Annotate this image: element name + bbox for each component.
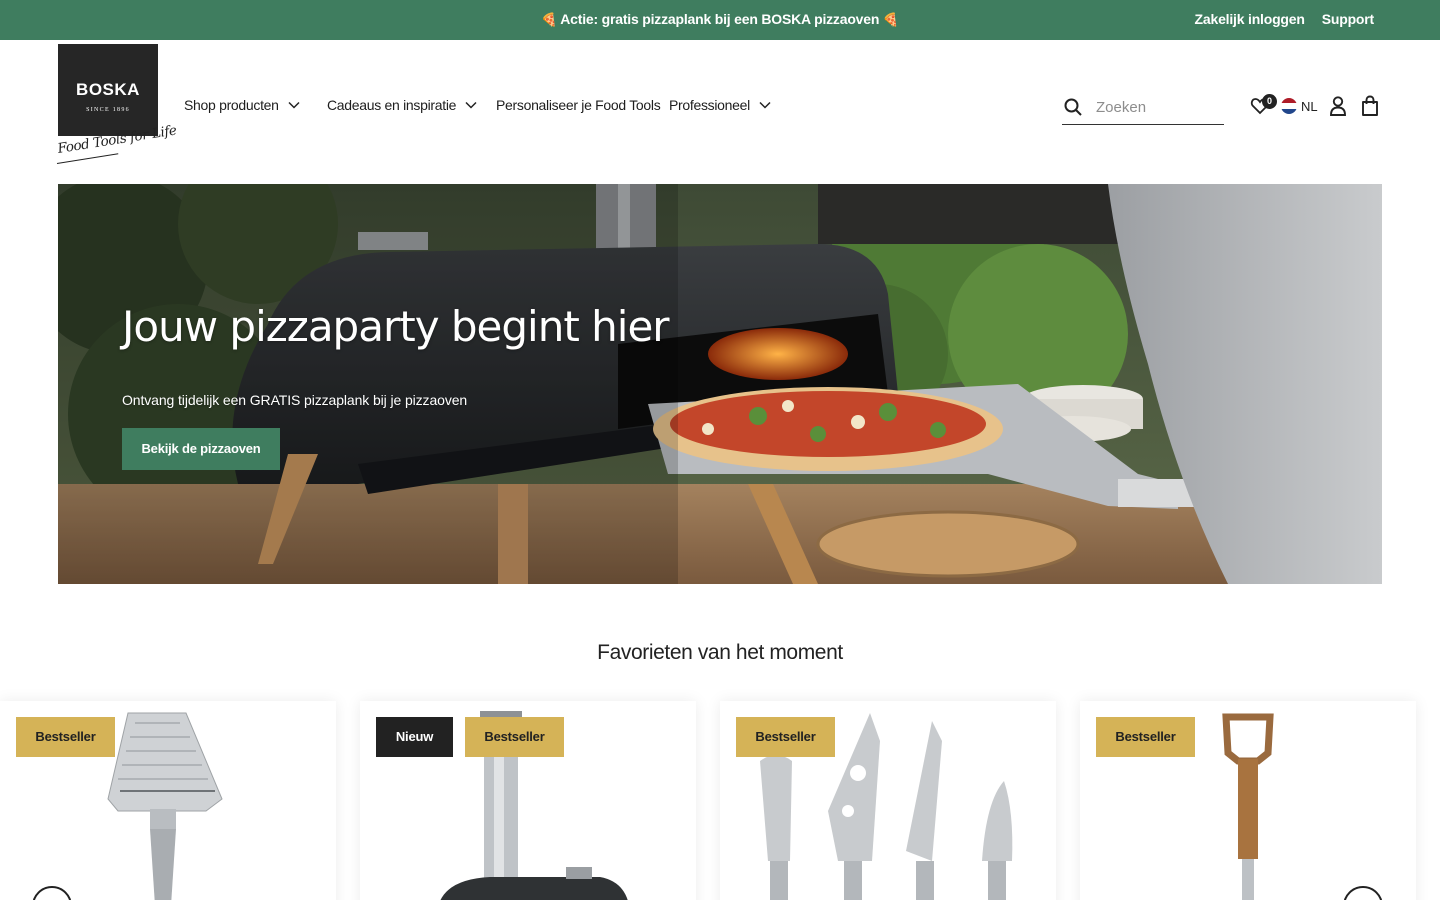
- pizza-emoji-icon: 🍕: [541, 12, 558, 27]
- bestseller-badge: Bestseller: [16, 717, 115, 757]
- product-card[interactable]: Bestseller: [720, 701, 1056, 900]
- support-link[interactable]: Support: [1322, 11, 1374, 27]
- shopping-bag-icon[interactable]: [1360, 95, 1380, 117]
- logo-brand: BOSKA: [76, 80, 140, 99]
- logo-since: SINCE 1896: [86, 107, 130, 113]
- netherlands-flag-icon[interactable]: [1281, 98, 1297, 114]
- nav-label: Personaliseer je Food Tools: [496, 97, 661, 113]
- promo-text: Actie: gratis pizzaplank bij een BOSKA p…: [560, 11, 880, 27]
- hero-title: Jouw pizzaparty begint hier: [122, 302, 670, 351]
- bestseller-badge: Bestseller: [1096, 717, 1195, 757]
- topbar-links: Zakelijk inloggen Support: [1195, 11, 1375, 27]
- bestseller-badge: Bestseller: [465, 717, 564, 757]
- chevron-down-icon: [288, 101, 300, 109]
- nav-professional[interactable]: Professioneel: [669, 97, 772, 113]
- product-carousel: Bestseller Nieuw Bestseller Bestseller B…: [0, 701, 1440, 900]
- view-pizza-oven-button[interactable]: Bekijk de pizzaoven: [122, 428, 280, 470]
- tagline: Food Tools for Life: [56, 122, 178, 167]
- nav-personalize[interactable]: Personaliseer je Food Tools: [496, 97, 669, 113]
- chevron-down-icon: [465, 101, 477, 109]
- pizza-oven-hero-image: [58, 184, 1382, 584]
- new-badge: Nieuw: [376, 717, 453, 757]
- search-input[interactable]: [1096, 95, 1216, 119]
- nav-label: Professioneel: [669, 97, 750, 113]
- chevron-down-icon: [759, 101, 771, 109]
- search-icon[interactable]: [1064, 98, 1082, 116]
- hero-subtitle: Ontvang tijdelijk een GRATIS pizzaplank …: [122, 392, 468, 408]
- business-login-link[interactable]: Zakelijk inloggen: [1195, 11, 1305, 27]
- product-card[interactable]: Bestseller: [1080, 701, 1416, 900]
- favorites-title: Favorieten van het moment: [597, 641, 843, 664]
- nav-label: Shop producten: [184, 97, 279, 113]
- search-box: [1062, 92, 1224, 125]
- pizza-emoji-icon: 🍕: [882, 12, 899, 27]
- promo-bar: 🍕 Actie: gratis pizzaplank bij een BOSKA…: [0, 0, 1440, 40]
- language-selector[interactable]: NL: [1301, 99, 1318, 114]
- nav-gifts-inspiration[interactable]: Cadeaus en inspiratie: [327, 97, 496, 113]
- product-card[interactable]: Nieuw Bestseller: [360, 701, 696, 900]
- nav-shop-products[interactable]: Shop producten: [184, 97, 327, 113]
- boska-logo[interactable]: BOSKA SINCE 1896: [58, 44, 158, 136]
- product-card[interactable]: Bestseller: [0, 701, 336, 900]
- hero-banner[interactable]: Jouw pizzaparty begint hier Ontvang tijd…: [58, 184, 1382, 584]
- nav-label: Cadeaus en inspiratie: [327, 97, 457, 113]
- bestseller-badge: Bestseller: [736, 717, 835, 757]
- wishlist-count-badge: 0: [1262, 94, 1277, 109]
- user-icon[interactable]: [1328, 95, 1348, 117]
- main-nav: Shop producten Cadeaus en inspiratie Per…: [184, 97, 772, 113]
